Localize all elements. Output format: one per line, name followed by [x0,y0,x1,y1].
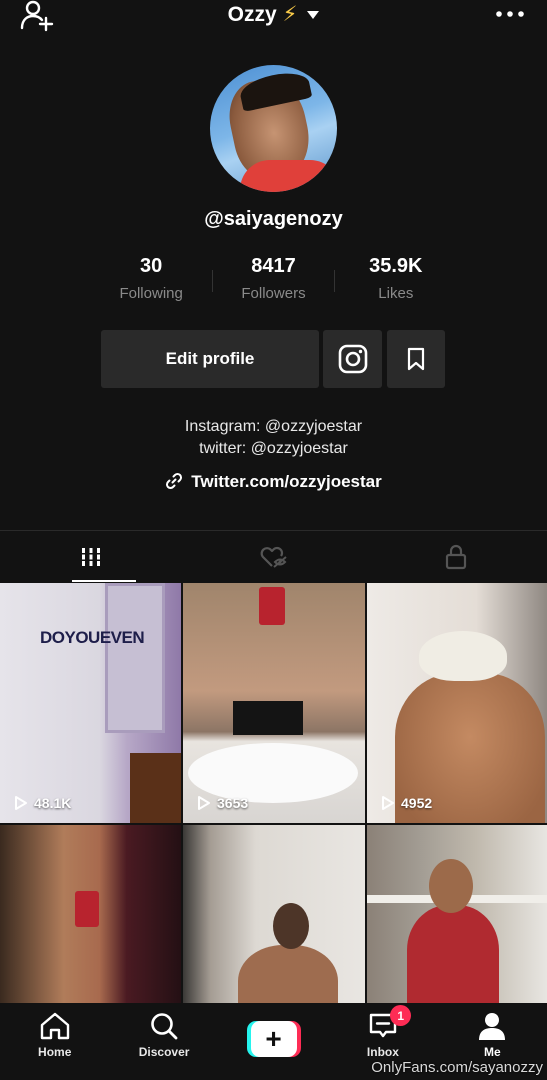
top-bar: Ozzy ⚡ [0,0,547,34]
nav-discover-label: Discover [138,1045,190,1059]
link-icon [166,472,183,490]
bio: Instagram: @ozzyjoestar twitter: @ozzyjo… [0,416,547,460]
profile-stats: 30 Following 8417 Followers 35.9K Likes [90,255,457,311]
likes-label: Likes [378,285,414,302]
video-thumbnail[interactable]: DOYOUEVEN 48.1K [0,583,181,823]
divider [334,270,335,292]
view-count: 4952 [381,795,432,811]
view-count-text: 3653 [217,795,249,811]
avatar[interactable] [210,65,337,192]
account-name: Ozzy [227,3,277,26]
nav-create[interactable]: + [219,1003,328,1080]
link-text: Twitter.com/ozzyjoestar [191,472,382,491]
username: @saiyagenozy [204,208,343,230]
video-thumbnail[interactable] [367,825,547,1005]
tab-private[interactable] [365,531,547,582]
video-thumbnail[interactable]: 3653 [183,583,365,823]
tab-liked[interactable] [182,531,364,582]
bookmark-button[interactable] [387,330,445,388]
bio-line: twitter: @ozzyjoestar [199,440,348,457]
nav-inbox-label: Inbox [366,1045,399,1059]
shirt-text: DOYOUEVEN [40,628,145,647]
view-count-text: 48.1K [34,795,72,811]
instagram-icon [338,344,367,374]
plus-icon: + [250,1021,297,1057]
following-count: 30 [140,255,163,277]
search-icon [151,1013,178,1040]
divider [212,270,213,292]
stat-following[interactable]: 30 Following [90,255,212,311]
tab-videos[interactable] [0,531,182,582]
play-icon [382,796,394,810]
followers-count: 8417 [251,255,296,277]
nav-discover[interactable]: Discover [109,1003,218,1080]
stat-followers[interactable]: 8417 Followers [212,255,334,311]
more-options-icon[interactable] [495,4,525,24]
edit-profile-button[interactable]: Edit profile [101,330,319,388]
account-switcher[interactable]: Ozzy ⚡ [0,2,547,27]
liked-hidden-icon [261,546,288,568]
home-icon [40,1012,69,1040]
followers-label: Followers [241,285,306,302]
bookmark-icon [407,347,425,371]
bolt-emoji: ⚡ [282,3,298,26]
nav-me-label: Me [483,1045,501,1059]
watermark-text: OnlyFans.com/sayanozzy [371,1059,543,1076]
view-count-text: 4952 [401,795,433,811]
grid-icon [80,547,103,566]
instagram-button[interactable] [323,330,382,388]
profile-icon [479,1013,506,1040]
video-thumbnail[interactable]: 4952 [367,583,547,823]
likes-count: 35.9K [369,255,423,277]
bio-line: Instagram: @ozzyjoestar [184,418,363,435]
lock-icon [445,544,466,569]
view-count: 3653 [197,795,248,811]
stat-likes[interactable]: 35.9K Likes [335,255,457,311]
video-thumbnail[interactable] [0,825,181,1005]
following-label: Following [119,285,183,302]
video-thumbnail[interactable] [183,825,365,1005]
profile-link[interactable]: Twitter.com/ozzyjoestar [0,472,547,492]
create-button[interactable]: + [246,1021,301,1057]
content-tabs [0,530,547,582]
play-icon [15,796,27,810]
play-icon [198,796,210,810]
nav-home-label: Home [38,1045,72,1059]
view-count: 48.1K [14,795,71,811]
video-grid: DOYOUEVEN 48.1K 3653 4952 [0,583,547,1005]
inbox-badge: 1 [390,1005,412,1026]
chevron-down-icon [307,11,320,20]
nav-home[interactable]: Home [0,1003,109,1080]
